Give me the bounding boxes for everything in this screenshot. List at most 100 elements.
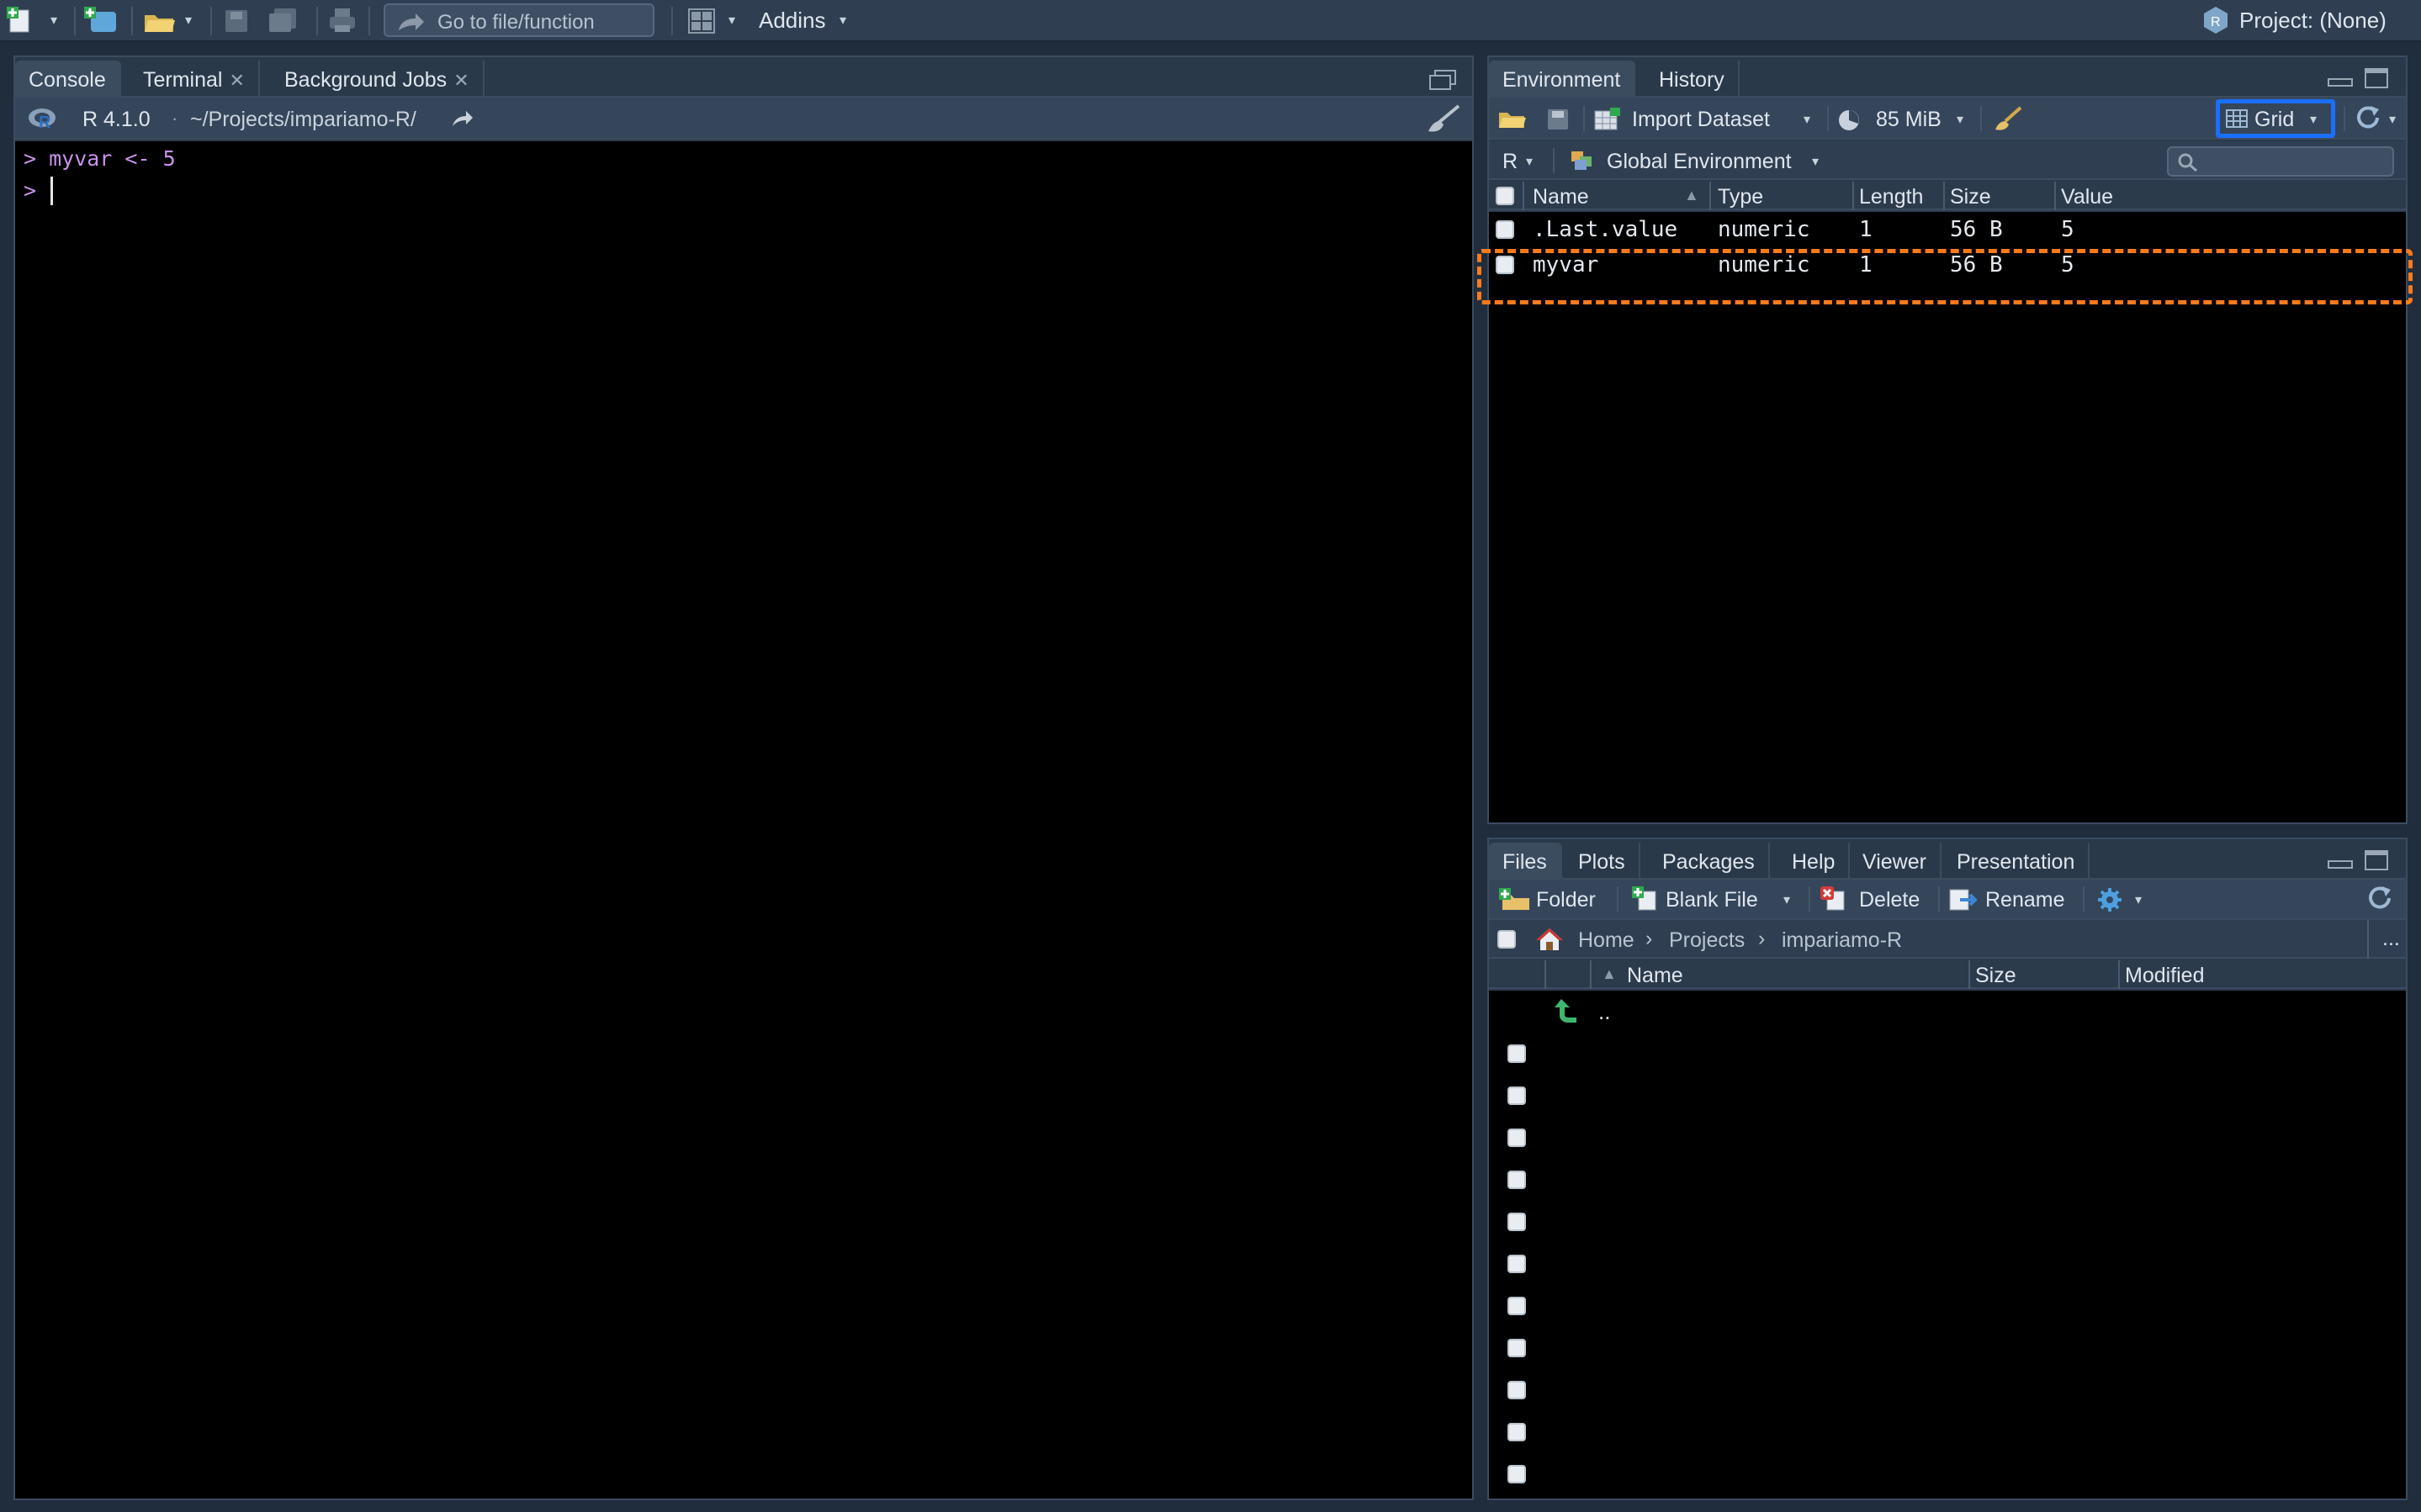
refresh-dropdown-icon[interactable]: ▾ <box>2389 111 2396 128</box>
file-row-checkbox[interactable] <box>1507 1255 1526 1273</box>
column-header-name[interactable]: Name <box>1627 964 1683 988</box>
file-row-checkbox[interactable] <box>1507 1086 1526 1105</box>
import-dataset-icon <box>1593 108 1622 131</box>
minimize-pane-icon[interactable] <box>2327 859 2354 870</box>
file-row-checkbox[interactable] <box>1507 1171 1526 1189</box>
breadcrumb-projects[interactable]: Projects <box>1669 928 1745 953</box>
tab-console[interactable]: Console <box>15 61 121 98</box>
column-header-name[interactable]: Name <box>1533 185 1589 209</box>
scope-dropdown-icon[interactable]: ▾ <box>1812 153 1819 170</box>
tab-background-jobs[interactable]: Background Jobs ✕ <box>271 61 485 98</box>
row-highlight-box <box>1477 249 2413 304</box>
import-dataset-dropdown-icon[interactable]: ▾ <box>1804 111 1810 128</box>
clear-objects-icon[interactable] <box>1994 106 2022 131</box>
row-checkbox[interactable] <box>1496 220 1514 239</box>
more-path-button[interactable]: ... <box>2382 927 2400 951</box>
select-all-files-checkbox[interactable] <box>1497 930 1516 949</box>
tab-environment[interactable]: Environment <box>1489 61 1636 98</box>
tab-history[interactable]: History <box>1645 61 1740 98</box>
clear-console-icon[interactable] <box>1425 104 1460 133</box>
column-header-type[interactable]: Type <box>1718 185 1763 209</box>
console-output[interactable]: > myvar <- 5 > <box>15 141 1472 1499</box>
console-prompt: > <box>24 178 37 203</box>
chevron-right-icon: › <box>1645 927 1653 950</box>
blank-file-dropdown-icon[interactable]: ▾ <box>1783 891 1790 908</box>
delete-icon <box>1820 886 1849 912</box>
language-dropdown-icon[interactable]: ▾ <box>1526 153 1533 170</box>
file-row-checkbox[interactable] <box>1507 1297 1526 1315</box>
memory-usage[interactable]: 85 MiB <box>1876 108 1942 132</box>
minimize-pane-icon[interactable] <box>2327 77 2354 87</box>
maximize-pane-icon[interactable] <box>2364 67 2389 89</box>
sort-ascending-icon[interactable]: ▲ <box>1602 965 1617 983</box>
restore-pane-icon[interactable] <box>1428 69 1457 91</box>
table-row[interactable]: .Last.value numeric 1 56 B 5 <box>1489 212 2406 247</box>
pane-layout-icon[interactable] <box>688 8 715 34</box>
addins-menu[interactable]: Addins <box>759 8 826 34</box>
print-icon[interactable] <box>328 7 357 34</box>
file-row-checkbox[interactable] <box>1507 1423 1526 1441</box>
load-workspace-icon[interactable] <box>1497 108 1528 130</box>
file-row-checkbox[interactable] <box>1507 1213 1526 1231</box>
refresh-files-icon[interactable] <box>2367 886 2394 912</box>
view-mode-dropdown-icon[interactable]: ▾ <box>2310 111 2317 128</box>
new-blank-file-button[interactable]: Blank File <box>1666 888 1758 912</box>
rename-button[interactable]: Rename <box>1985 888 2065 912</box>
go-to-directory-icon[interactable] <box>451 109 474 128</box>
new-file-icon[interactable] <box>7 7 35 34</box>
save-workspace-icon[interactable] <box>1546 108 1570 131</box>
tab-packages[interactable]: Packages <box>1649 843 1770 880</box>
save-all-icon[interactable] <box>268 7 298 34</box>
select-all-checkbox[interactable] <box>1496 187 1514 205</box>
close-icon[interactable]: ✕ <box>453 70 469 91</box>
new-folder-button[interactable]: Folder <box>1536 888 1596 912</box>
column-header-size[interactable]: Size <box>1975 964 2016 988</box>
files-tabbar: Files Plots Packages Help Viewer Present… <box>1489 839 2406 880</box>
search-icon <box>2177 152 2201 172</box>
goto-file-function-input[interactable]: Go to file/function <box>384 3 654 37</box>
open-file-icon[interactable] <box>143 8 177 34</box>
file-row-checkbox[interactable] <box>1507 1339 1526 1357</box>
import-dataset-button[interactable]: Import Dataset <box>1632 108 1770 132</box>
view-mode-button[interactable]: Grid <box>2254 108 2294 132</box>
environment-scope-selector[interactable]: Global Environment <box>1607 150 1792 174</box>
more-options-dropdown-icon[interactable]: ▾ <box>2135 891 2142 908</box>
project-icon: R <box>2202 6 2229 34</box>
column-header-length[interactable]: Length <box>1859 185 1923 209</box>
memory-dropdown-icon[interactable]: ▾ <box>1957 111 1963 128</box>
delete-button[interactable]: Delete <box>1859 888 1920 912</box>
list-item-parent-dir[interactable]: .. <box>1489 991 2406 1031</box>
separator-dot: · <box>172 108 178 129</box>
column-header-modified[interactable]: Modified <box>2125 964 2205 988</box>
refresh-icon[interactable] <box>2355 106 2382 131</box>
files-toolbar: Folder Blank File ▾ Delete Rename ▾ <box>1489 880 2406 920</box>
gear-icon[interactable] <box>2096 886 2123 913</box>
chevron-right-icon: › <box>1758 927 1766 950</box>
tab-help[interactable]: Help <box>1778 843 1851 880</box>
new-file-dropdown-icon[interactable]: ▾ <box>50 12 57 29</box>
save-icon[interactable] <box>224 8 249 34</box>
tab-plots[interactable]: Plots <box>1565 843 1640 880</box>
project-menu[interactable]: Project: (None) <box>2239 8 2387 34</box>
tab-terminal[interactable]: Terminal ✕ <box>130 61 260 98</box>
new-project-icon[interactable] <box>84 7 118 34</box>
tab-files[interactable]: Files <box>1489 843 1562 880</box>
pane-layout-dropdown-icon[interactable]: ▾ <box>728 12 735 29</box>
language-selector[interactable]: R <box>1502 150 1518 174</box>
column-header-value[interactable]: Value <box>2061 185 2113 209</box>
environment-search-input[interactable] <box>2167 146 2394 177</box>
tab-viewer[interactable]: Viewer <box>1849 843 1942 880</box>
file-row-checkbox[interactable] <box>1507 1465 1526 1483</box>
tab-presentation[interactable]: Presentation <box>1943 843 2090 880</box>
file-row-checkbox[interactable] <box>1507 1044 1526 1063</box>
breadcrumb-home[interactable]: Home <box>1578 928 1634 953</box>
open-recent-dropdown-icon[interactable]: ▾ <box>185 12 192 29</box>
file-row-checkbox[interactable] <box>1507 1381 1526 1399</box>
close-icon[interactable]: ✕ <box>229 70 244 91</box>
maximize-pane-icon[interactable] <box>2364 849 2389 871</box>
sort-ascending-icon[interactable]: ▲ <box>1684 187 1699 204</box>
column-header-size[interactable]: Size <box>1950 185 1991 209</box>
addins-dropdown-icon[interactable]: ▾ <box>840 12 846 29</box>
file-row-checkbox[interactable] <box>1507 1129 1526 1147</box>
parent-directory-label[interactable]: .. <box>1598 999 1610 1025</box>
